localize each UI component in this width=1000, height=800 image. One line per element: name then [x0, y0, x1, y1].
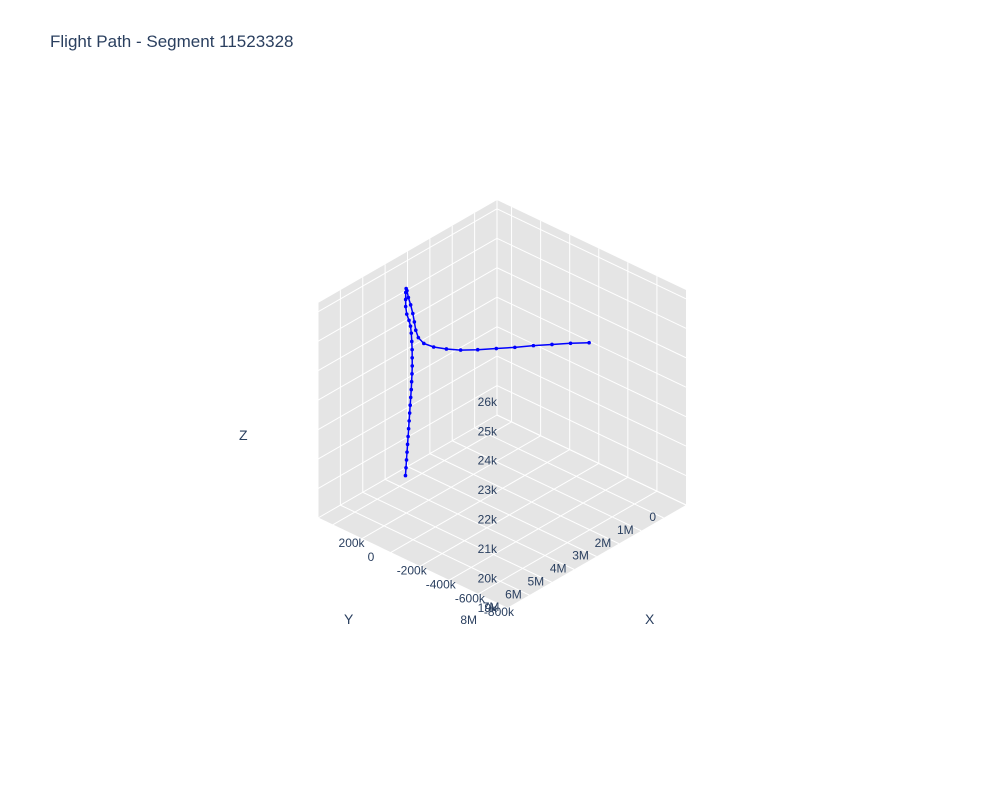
flight-path-marker[interactable] [410, 347, 414, 352]
flight-path-marker[interactable] [403, 473, 408, 478]
flight-path-marker[interactable] [531, 343, 536, 348]
y-axis-title: Y [344, 611, 354, 627]
x-tick-label: -400k [426, 577, 457, 591]
z-axis-title: Z [239, 427, 248, 443]
flight-path-marker[interactable] [444, 347, 449, 351]
flight-path-marker[interactable] [407, 411, 412, 415]
flight-path-marker[interactable] [411, 311, 415, 316]
x-axis-title: X [645, 611, 655, 627]
flight-path-marker[interactable] [408, 395, 413, 400]
flight-path-marker[interactable] [403, 304, 408, 309]
flight-path-marker[interactable] [403, 290, 408, 295]
flight-path-marker[interactable] [550, 342, 554, 347]
y-tick-label: 5M [527, 574, 544, 588]
flight-path-marker[interactable] [404, 465, 408, 470]
flight-path-marker[interactable] [404, 312, 409, 316]
z-tick-label: 19k [478, 601, 498, 615]
flight-path-marker[interactable] [408, 403, 412, 408]
flight-path-marker[interactable] [513, 345, 517, 350]
flight-path-marker[interactable] [416, 335, 421, 340]
y-tick-label: 0 [649, 510, 656, 524]
flight-path-marker[interactable] [568, 341, 573, 346]
flight-path-marker[interactable] [431, 345, 436, 349]
z-tick-label: 24k [478, 454, 498, 468]
scene-3d[interactable]: -800k-600k-400k-200k0200k01M2M3M4M5M6M7M… [0, 0, 1000, 800]
flight-path-marker[interactable] [405, 442, 410, 447]
flight-path-marker[interactable] [413, 328, 418, 333]
y-tick-label: 3M [572, 549, 589, 563]
y-tick-label: 4M [550, 562, 567, 576]
z-tick-label: 22k [478, 513, 498, 527]
flight-path-marker[interactable] [406, 426, 411, 431]
flight-path-marker[interactable] [475, 347, 480, 352]
z-tick-label: 23k [478, 483, 498, 497]
flight-path-marker[interactable] [409, 379, 414, 384]
flight-path-marker[interactable] [408, 303, 413, 307]
flight-path-marker[interactable] [412, 320, 417, 324]
flight-path-marker[interactable] [409, 331, 414, 335]
y-tick-label: 6M [505, 587, 522, 601]
flight-path-marker[interactable] [410, 372, 414, 376]
flight-path-marker[interactable] [404, 458, 409, 462]
z-tick-label: 20k [478, 572, 498, 586]
flight-path-marker[interactable] [409, 387, 414, 392]
flight-path-marker[interactable] [458, 348, 463, 352]
y-tick-label: 2M [595, 536, 612, 550]
flight-path-marker[interactable] [410, 355, 414, 360]
flight-path-marker[interactable] [403, 297, 408, 302]
z-tick-label: 26k [478, 395, 498, 409]
flight-path-marker[interactable] [407, 419, 411, 423]
flight-path-marker[interactable] [422, 341, 426, 346]
flight-path-marker[interactable] [410, 364, 415, 368]
flight-path-marker[interactable] [405, 450, 409, 454]
x-tick-label: -200k [397, 564, 428, 578]
z-tick-label: 25k [478, 424, 498, 438]
y-tick-label: 1M [617, 523, 634, 537]
flight-path-marker[interactable] [409, 339, 414, 344]
flight-path-marker[interactable] [408, 324, 413, 328]
axis-panes [318, 200, 686, 608]
flight-path-marker[interactable] [494, 346, 499, 351]
flight-path-marker[interactable] [407, 318, 411, 323]
flight-path-marker[interactable] [404, 286, 408, 291]
z-tick-label: 21k [478, 542, 498, 556]
y-tick-label: 8M [460, 613, 477, 627]
x-tick-label: 0 [368, 550, 375, 564]
flight-path-marker[interactable] [587, 340, 591, 345]
x-tick-label: 200k [339, 536, 366, 550]
flight-path-marker[interactable] [406, 434, 410, 439]
